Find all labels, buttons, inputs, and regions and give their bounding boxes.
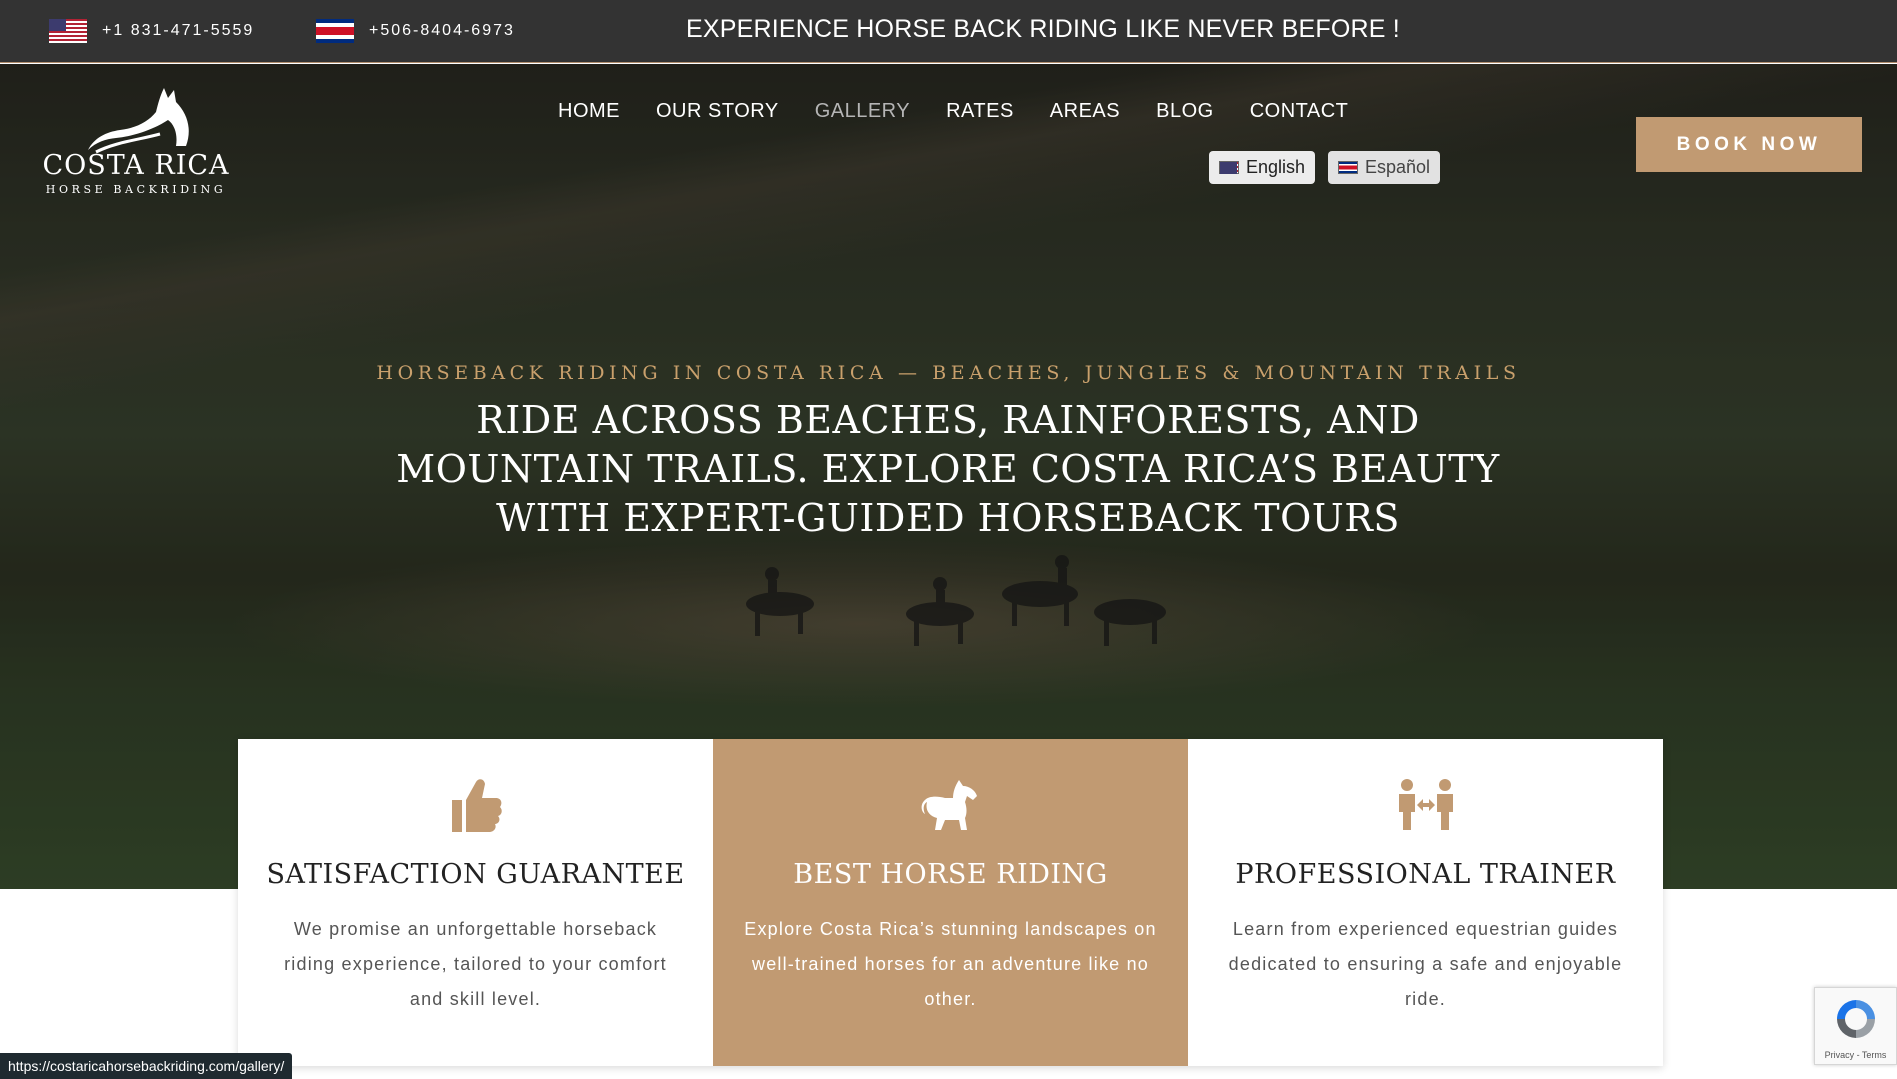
recaptcha-icon [1836,1000,1875,1038]
recaptcha-badge[interactable]: Privacy - Terms [1814,987,1897,1065]
phone-us-number: +1 831-471-5559 [102,22,255,39]
feature-text: Explore Costa Rica’s stunning landscapes… [744,919,1157,1009]
feature-title: PROFESSIONAL TRAINER [1235,859,1616,890]
trainer-icon [1398,779,1453,830]
status-bar-url: https://costaricahorsebackriding.com/gal… [0,1053,293,1079]
horse-icon [921,780,977,830]
horse-head-logo-icon [88,88,189,154]
language-spanish-label: Español [1365,157,1431,177]
feature-text: We promise an unforgettable horseback ri… [284,919,667,1009]
phone-cr-number: +506-8404-6973 [369,22,515,39]
nav-contact[interactable]: CONTACT [1250,100,1349,123]
feature-title: SATISFACTION GUARANTEE [266,859,685,890]
features-row: SATISFACTION GUARANTEE We promise an unf… [238,739,1663,1066]
feature-card-trainer: PROFESSIONAL TRAINER Learn from experien… [1188,739,1663,1066]
costa-rica-flag-icon [316,19,354,43]
top-bar: +1 831-471-5559 +506-8404-6973 EXPERIENC… [0,0,1897,63]
book-now-button[interactable]: BOOK NOW [1636,117,1862,172]
hero-eyebrow: HORSEBACK RIDING IN COSTA RICA — BEACHES… [376,362,1521,384]
costa-rica-flag-icon [1338,161,1358,174]
us-flag-icon [49,19,87,43]
language-english-label: English [1246,157,1306,177]
us-flag-icon [1219,161,1239,174]
language-spanish-button[interactable]: Español [1328,151,1441,184]
logo-title: COSTA RICA [42,150,230,181]
feature-card-horse-riding: BEST HORSE RIDING Explore Costa Rica’s s… [713,739,1188,1066]
phone-cr[interactable]: +506-8404-6973 [316,19,515,43]
feature-text: Learn from experienced equestrian guides… [1228,919,1623,1009]
language-english-button[interactable]: English [1209,151,1316,184]
nav-home[interactable]: HOME [558,100,620,123]
nav-rates[interactable]: RATES [946,100,1014,123]
main-nav: HOME OUR STORY GALLERY RATES AREAS BLOG … [558,100,1348,123]
nav-areas[interactable]: AREAS [1050,100,1120,123]
nav-our-story[interactable]: OUR STORY [656,100,779,123]
feature-card-satisfaction: SATISFACTION GUARANTEE We promise an unf… [238,739,713,1066]
riders-silhouette-image [746,555,1166,646]
feature-title: BEST HORSE RIDING [793,859,1108,890]
nav-gallery[interactable]: GALLERY [815,100,910,123]
nav-blog[interactable]: BLOG [1156,100,1214,123]
logo-subtitle: HORSE BACKRIDING [45,183,227,196]
site-logo[interactable]: COSTA RICA HORSE BACKRIDING [36,84,236,204]
thumbs-up-icon [451,779,502,832]
hero-headline: RIDE ACROSS BEACHES, RAINFORESTS, AND MO… [396,398,1500,540]
phone-us[interactable]: +1 831-471-5559 [49,19,254,43]
promo-text: EXPERIENCE HORSE BACK RIDING LIKE NEVER … [686,15,1400,43]
recaptcha-text: Privacy - Terms [1824,1050,1887,1060]
